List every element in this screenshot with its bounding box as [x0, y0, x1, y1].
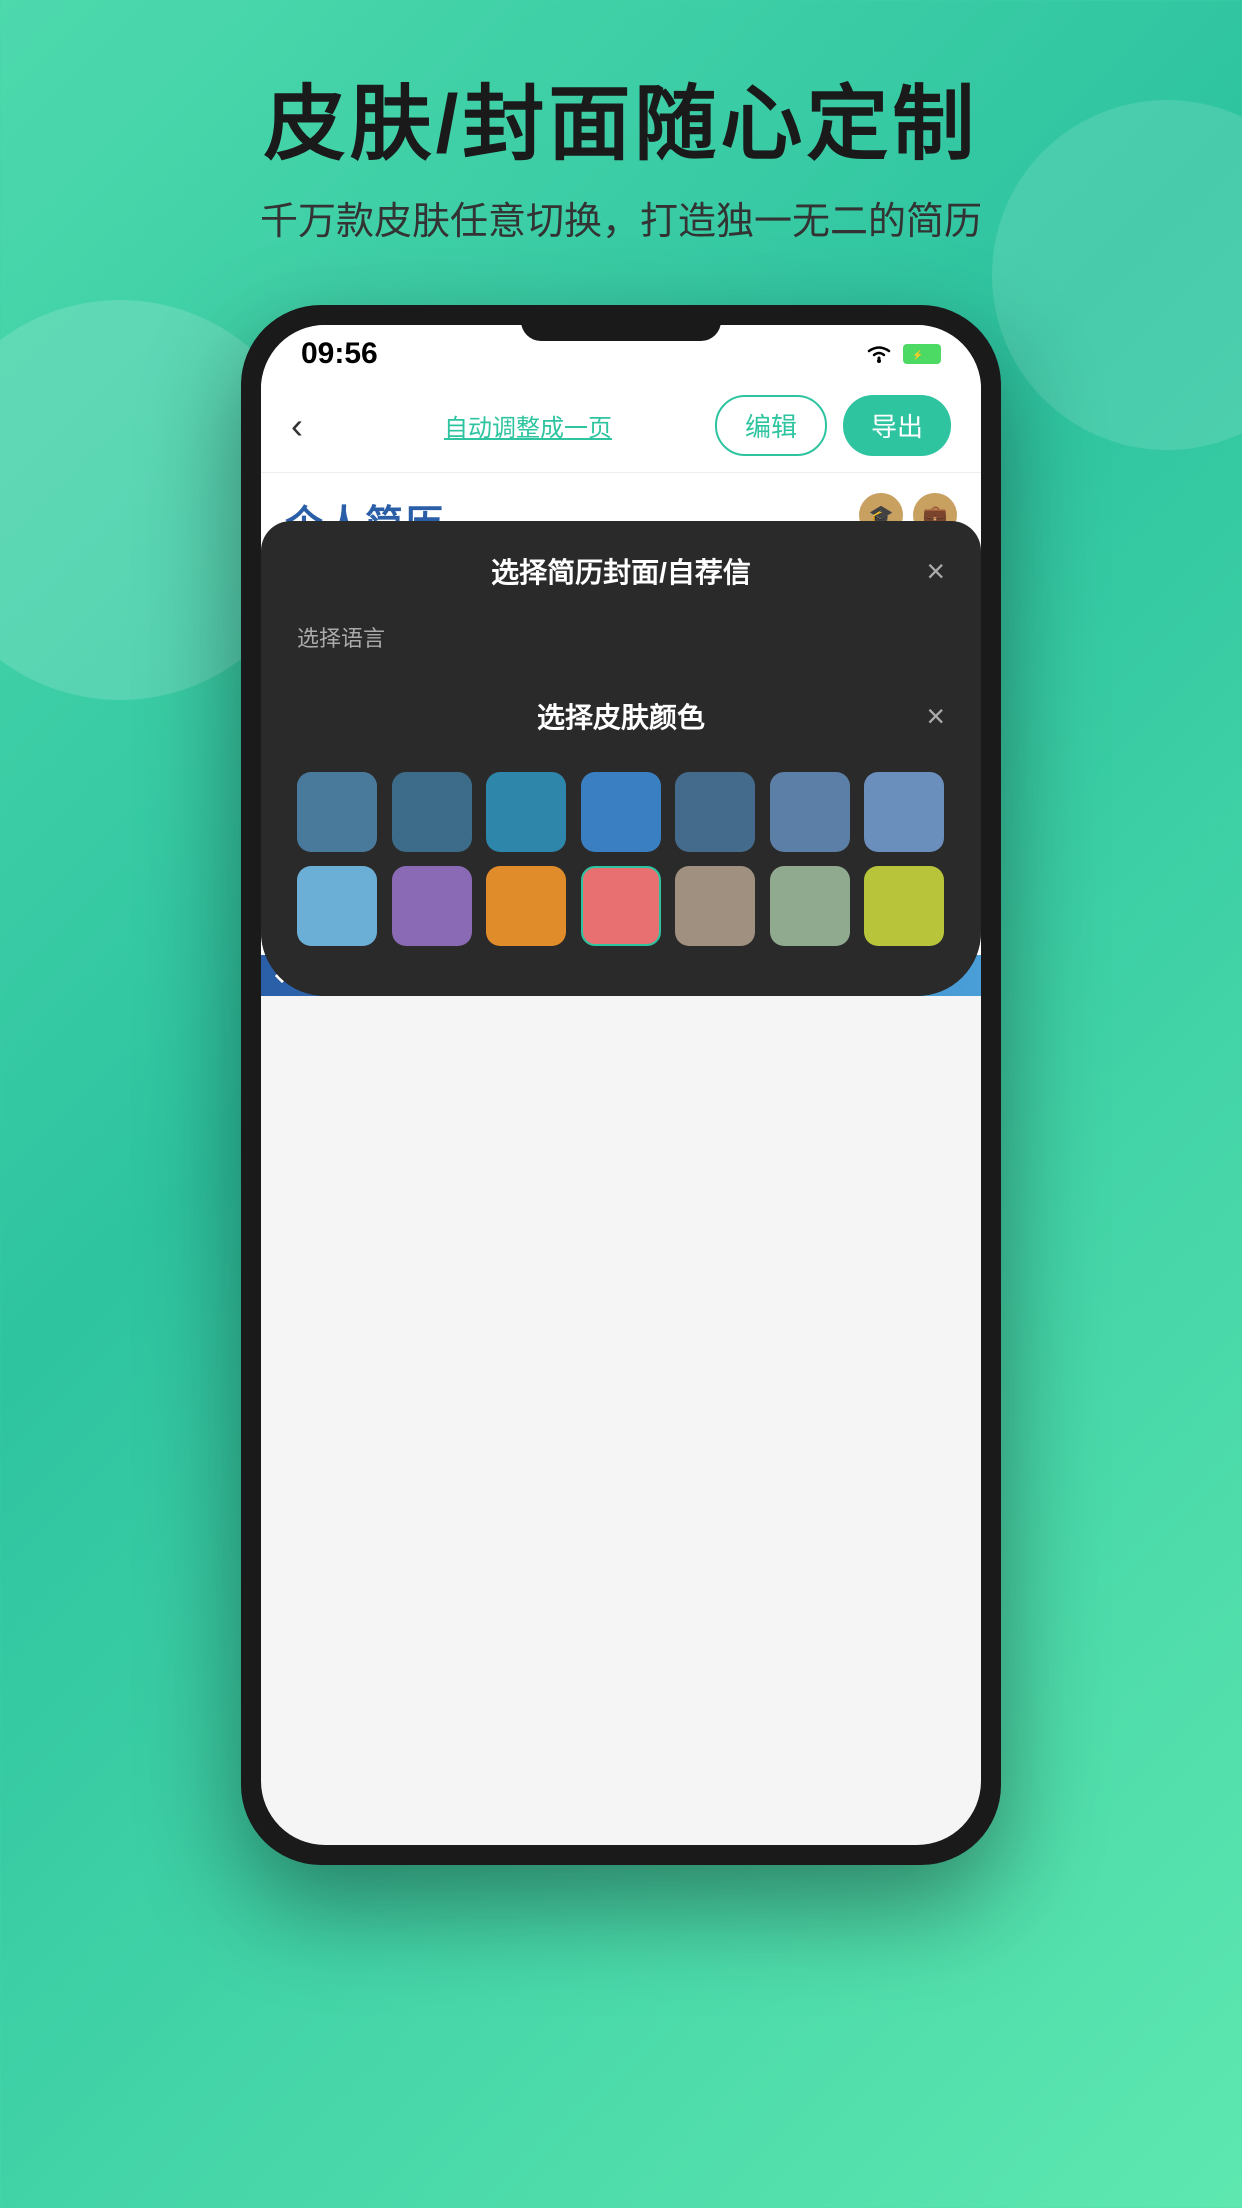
skin-panel-close-button[interactable]: ×: [905, 698, 945, 735]
color-swatch-14[interactable]: [864, 866, 944, 946]
panel-title-row: 选择简历封面/自荐信 ×: [297, 551, 945, 591]
panel-title: 选择简历封面/自荐信: [337, 551, 905, 591]
color-swatch-10[interactable]: [486, 866, 566, 946]
sub-title: 千万款皮肤任意切换，打造独一无二的简历: [0, 190, 1242, 245]
color-swatch-5[interactable]: [675, 772, 755, 852]
edit-button[interactable]: 编辑: [715, 395, 827, 456]
battery-icon: ⚡: [903, 344, 941, 364]
lang-section-label: 选择语言: [297, 621, 945, 653]
cover-panel: 选择简历封面/自荐信 × 选择语言 简体中文 English 选择封面: [261, 521, 981, 996]
status-icons: ⚡: [865, 344, 941, 364]
color-swatch-3[interactable]: [486, 772, 566, 852]
resume-content: 个人简历 给我一个机会，还您一份精彩 Personal resume 🎓 💼 基…: [261, 473, 981, 996]
color-swatch-9[interactable]: [392, 866, 472, 946]
app-topbar: ‹ 自动调整成一页 编辑 导出: [261, 379, 981, 473]
color-swatch-7[interactable]: [864, 772, 944, 852]
phone-frame: 09:56 ⚡: [241, 305, 1001, 1865]
color-grid-row2: [297, 866, 945, 946]
status-time: 09:56: [301, 337, 378, 371]
color-swatch-13[interactable]: [770, 866, 850, 946]
color-grid-row1: [297, 772, 945, 852]
wifi-icon: [865, 344, 893, 364]
svg-text:⚡: ⚡: [912, 349, 923, 361]
main-title: 皮肤/封面随心定制: [0, 80, 1242, 170]
color-swatch-12[interactable]: [675, 866, 755, 946]
skin-title-row: 选择皮肤颜色 ×: [297, 696, 945, 736]
color-swatch-1[interactable]: [297, 772, 377, 852]
phone-screen: 09:56 ⚡: [261, 325, 981, 1845]
color-swatch-8[interactable]: [297, 866, 377, 946]
export-button[interactable]: 导出: [843, 395, 951, 456]
skin-panel: 选择皮肤颜色 ×: [261, 666, 981, 996]
skin-title: 选择皮肤颜色: [337, 696, 905, 736]
color-swatch-6[interactable]: [770, 772, 850, 852]
phone-notch: [521, 305, 721, 341]
auto-adjust-link[interactable]: 自动调整成一页: [444, 408, 612, 443]
color-swatch-11[interactable]: [581, 866, 661, 946]
color-swatch-4[interactable]: [581, 772, 661, 852]
header-section: 皮肤/封面随心定制 千万款皮肤任意切换，打造独一无二的简历: [0, 0, 1242, 285]
panel-close-button[interactable]: ×: [905, 553, 945, 590]
back-button[interactable]: ‹: [291, 405, 341, 447]
color-swatch-2[interactable]: [392, 772, 472, 852]
phone-container: 09:56 ⚡: [0, 305, 1242, 1865]
topbar-right: 编辑 导出: [715, 395, 951, 456]
